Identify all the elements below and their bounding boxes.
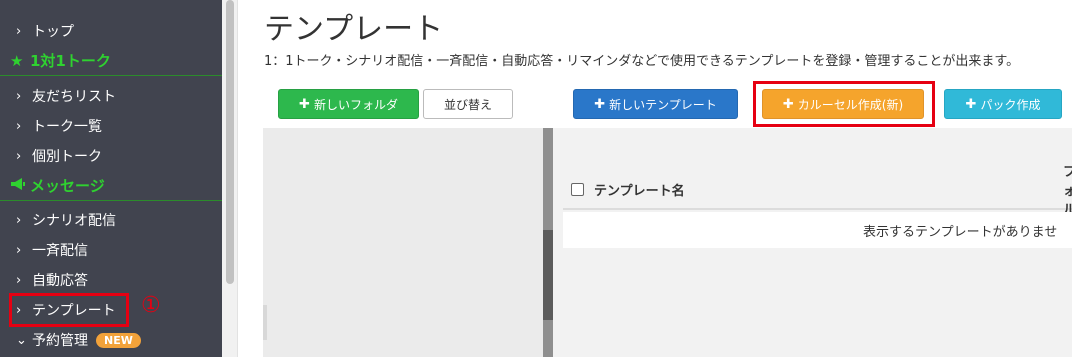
sidebar-item-label: シナリオ配信 — [32, 213, 116, 229]
plus-icon: ✚ — [299, 96, 310, 112]
plus-icon: ✚ — [594, 96, 606, 112]
chevron-down-icon: ⌄ — [16, 332, 27, 348]
plus-icon: ✚ — [965, 96, 977, 112]
chevron-right-icon: › — [16, 88, 22, 104]
empty-message-row: 表示するテンプレートがありませ — [563, 212, 1072, 248]
chevron-right-icon: › — [16, 272, 22, 288]
pane-divider-handle[interactable] — [543, 230, 553, 320]
sidebar-item-label: 友だちリスト — [32, 89, 116, 105]
button-label: 新しいフォルダ — [313, 97, 398, 112]
chevron-right-icon: › — [16, 148, 22, 164]
page-description: 1：1トーク・シナリオ配信・一斉配信・自動応答・リマインダなどで使用できるテンプ… — [264, 54, 1020, 69]
sidebar-item-reservation[interactable]: ⌄ 予約管理 NEW — [0, 325, 222, 355]
highlight-box-carousel — [753, 81, 935, 127]
button-label: 並び替え — [443, 97, 492, 112]
pack-create-button[interactable]: ✚ パック作成 — [944, 89, 1062, 119]
button-label: 新しいテンプレート — [609, 97, 717, 112]
sidebar-item-label: トップ — [32, 24, 74, 40]
select-all-checkbox[interactable] — [571, 182, 584, 196]
annotation-one: ① — [141, 293, 161, 318]
empty-message: 表示するテンプレートがありませ — [863, 224, 1058, 240]
section-header-message: メッセージ — [0, 171, 222, 201]
sidebar-item-scenario[interactable]: › シナリオ配信 — [0, 205, 222, 235]
column-header-name[interactable]: テンプレート名 — [594, 180, 685, 199]
chevron-right-icon: › — [16, 212, 22, 228]
new-template-button[interactable]: ✚ 新しいテンプレート — [573, 89, 738, 119]
sidebar-item-broadcast[interactable]: › 一斉配信 — [0, 235, 222, 265]
sidebar-scrollbar-thumb[interactable] — [226, 0, 234, 284]
sidebar-item-label: 一斉配信 — [32, 243, 88, 259]
sidebar-item-label: 自動応答 — [32, 273, 88, 289]
sidebar-item-talk-list[interactable]: › トーク一覧 — [0, 111, 222, 141]
section-label: 1対1トーク — [30, 52, 111, 70]
sidebar-item-label: 個別トーク — [32, 149, 102, 165]
column-header-folder[interactable]: フォル — [1063, 161, 1072, 218]
sidebar-item-top[interactable]: › トップ — [0, 16, 222, 46]
sidebar-item-auto-reply[interactable]: › 自動応答 — [0, 265, 222, 295]
page-title: テンプレート — [264, 12, 444, 47]
sidebar-item-label: トーク一覧 — [32, 119, 102, 135]
table-header: テンプレート名 フォル — [563, 165, 1072, 218]
megaphone-icon — [10, 177, 30, 195]
new-folder-button[interactable]: ✚ 新しいフォルダ — [278, 89, 419, 119]
button-label: パック作成 — [980, 97, 1041, 112]
megaphone-icon-svg — [11, 177, 25, 190]
chevron-right-icon: › — [16, 242, 22, 258]
star-icon: ★ — [10, 51, 24, 70]
sidebar-item-friends-list[interactable]: › 友だちリスト — [0, 81, 222, 111]
folder-pane-edge — [263, 305, 267, 340]
chevron-right-icon: › — [16, 23, 22, 39]
sort-button[interactable]: 並び替え — [423, 89, 513, 119]
sidebar-item-label: 予約管理 — [32, 333, 88, 349]
section-label: メッセージ — [30, 177, 105, 195]
section-header-one-on-one: ★ 1対1トーク — [0, 46, 222, 76]
chevron-right-icon: › — [16, 118, 22, 134]
new-badge: NEW — [96, 332, 141, 348]
folder-pane[interactable] — [263, 128, 543, 357]
sidebar-item-individual-talk[interactable]: › 個別トーク — [0, 141, 222, 171]
highlight-box-template-nav — [9, 293, 129, 327]
